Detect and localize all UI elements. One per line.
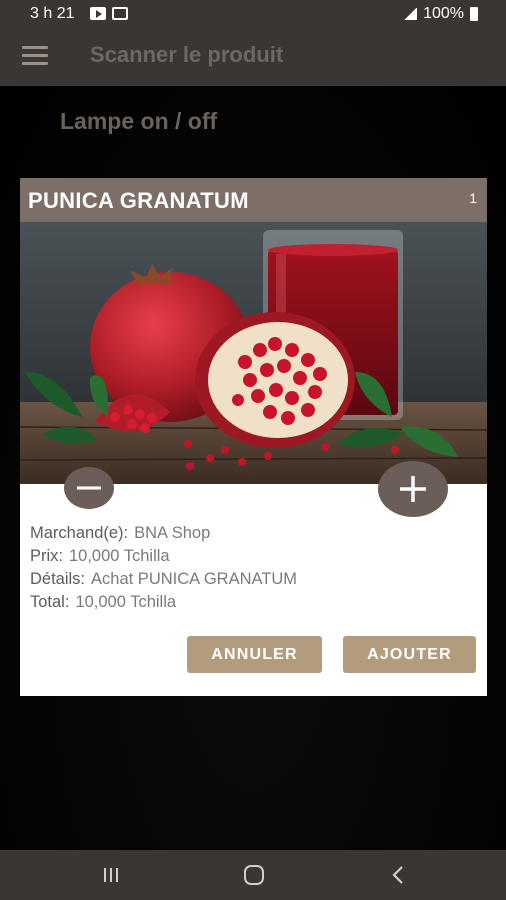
notification-icons xyxy=(90,7,128,20)
merchant-value: BNA Shop xyxy=(134,524,211,542)
recent-apps-icon[interactable] xyxy=(104,868,124,882)
details-label: Détails: xyxy=(30,570,86,588)
product-dialog: PUNICA GRANATUM 1 Marchand(e): BNA Shop … xyxy=(20,178,487,696)
price-label: Prix: xyxy=(30,547,63,565)
app-bar: Scanner le produit xyxy=(0,28,506,86)
status-bar: 3 h 21 100% xyxy=(0,0,506,28)
battery-percent: 100% xyxy=(423,5,464,22)
details-row: Détails: Achat PUNICA GRANATUM xyxy=(30,568,297,591)
youtube-icon xyxy=(90,7,106,20)
merchant-label: Marchand(e): xyxy=(30,524,129,542)
status-time: 3 h 21 xyxy=(30,5,75,22)
total-value: 10,000 Tchilla xyxy=(75,593,177,611)
home-icon[interactable] xyxy=(244,865,264,885)
product-name: PUNICA GRANATUM xyxy=(28,188,249,213)
add-button[interactable]: AJOUTER xyxy=(343,636,476,673)
system-icons: 100% xyxy=(403,5,478,23)
plus-icon xyxy=(400,476,426,502)
lamp-toggle-button[interactable]: Lampe on / off xyxy=(60,108,217,135)
merchant-row: Marchand(e): BNA Shop xyxy=(30,522,297,545)
navigation-bar xyxy=(0,850,506,900)
quantity-count: 1 xyxy=(469,190,477,206)
menu-icon[interactable] xyxy=(22,46,48,66)
increase-quantity-button[interactable] xyxy=(378,461,448,517)
signal-icon xyxy=(403,8,418,20)
image-icon xyxy=(112,7,128,20)
details-value: Achat PUNICA GRANATUM xyxy=(91,570,298,588)
price-row: Prix: 10,000 Tchilla xyxy=(30,545,297,568)
product-image xyxy=(20,222,487,484)
page-title: Scanner le produit xyxy=(90,42,284,67)
total-label: Total: xyxy=(30,593,70,611)
decrease-quantity-button[interactable] xyxy=(64,467,114,509)
order-info: Marchand(e): BNA Shop Prix: 10,000 Tchilla… xyxy=(30,522,297,614)
dialog-header: PUNICA GRANATUM 1 xyxy=(20,178,487,222)
total-row: Total: 10,000 Tchilla xyxy=(30,591,297,614)
price-value: 10,000 Tchilla xyxy=(69,547,170,565)
battery-icon xyxy=(470,7,478,21)
cancel-button[interactable]: ANNULER xyxy=(187,636,322,673)
minus-icon xyxy=(77,486,101,490)
back-icon[interactable] xyxy=(390,865,406,885)
